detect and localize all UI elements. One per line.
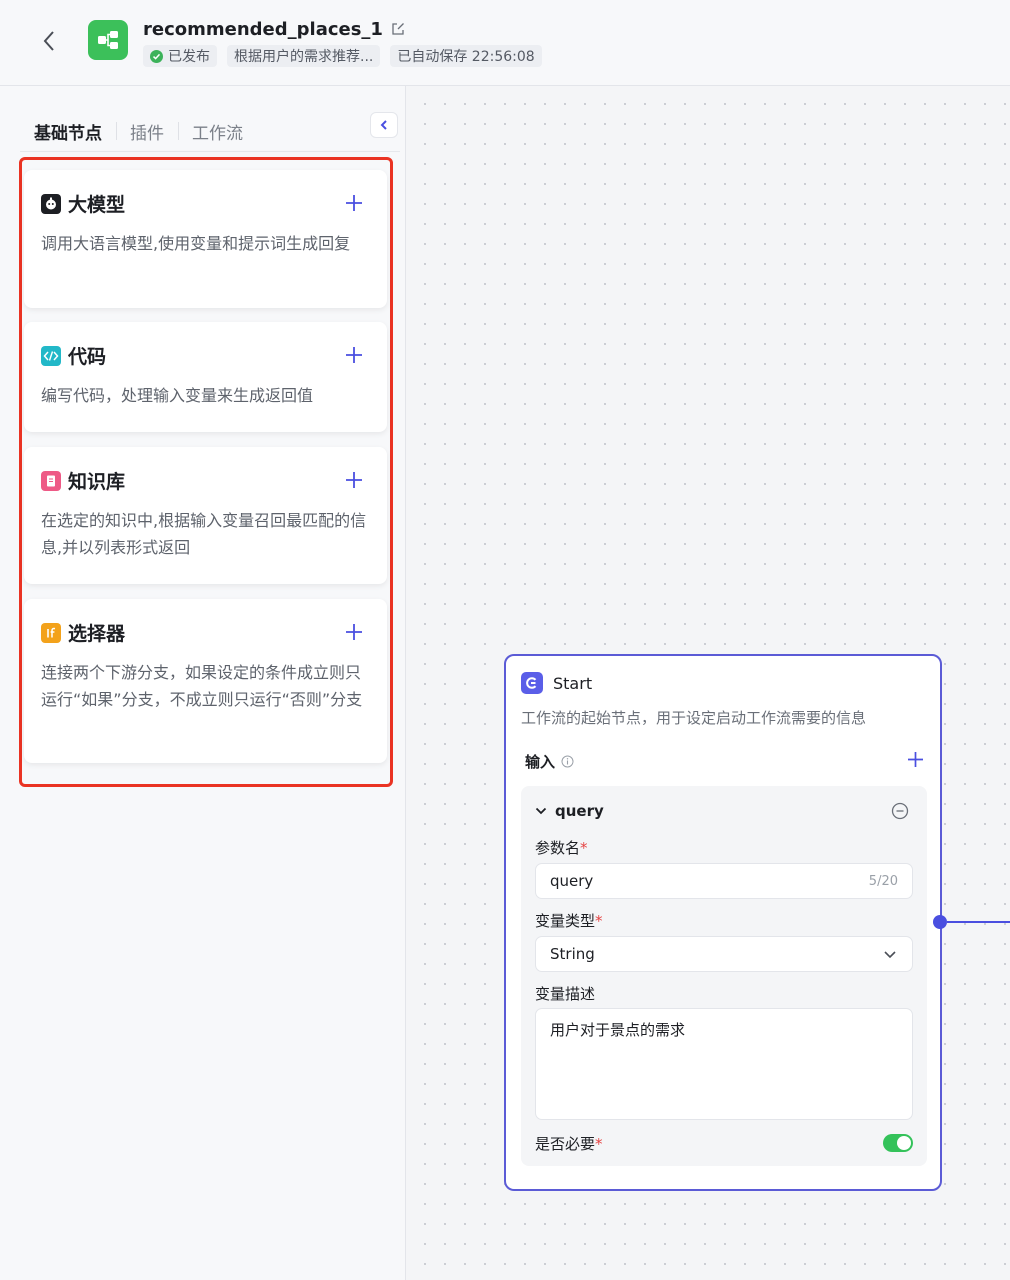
add-node-button[interactable] (343, 469, 365, 491)
workflow-app-icon (88, 20, 128, 60)
variable-description-label: 变量描述 (535, 985, 596, 1003)
app-title-group: recommended_places_1 (143, 19, 407, 40)
plus-icon (346, 624, 362, 640)
app-description: 根据用户的需求推荐... (227, 45, 381, 67)
node-description: 连接两个下游分支，如果设定的条件成立则只运行“如果”分支，不成立则只运行“否则”… (41, 663, 363, 709)
node-title: 知识库 (68, 471, 126, 493)
status-text: 已发布 (168, 49, 210, 65)
chevron-left-icon (380, 120, 387, 130)
edit-icon[interactable] (391, 22, 407, 38)
node-title: 代码 (68, 346, 107, 368)
node-list-highlight: 大模型 调用大语言模型,使用变量和提示词生成回复 代码 编写代码，处理输入变量来… (19, 157, 393, 787)
plus-icon (346, 347, 362, 363)
chevron-left-icon (43, 31, 54, 51)
variable-type-label-text: 变量类型 (535, 912, 596, 930)
required-toggle[interactable] (883, 1134, 913, 1152)
autosave-text: 已自动保存 22:56:08 (397, 49, 535, 65)
add-node-button[interactable] (343, 344, 365, 366)
node-title: 大模型 (68, 194, 126, 216)
tab-workflows[interactable]: 工作流 (178, 119, 257, 144)
node-card-selector[interactable]: 选择器 连接两个下游分支，如果设定的条件成立则只运行“如果”分支，不成立则只运行… (24, 599, 387, 763)
node-description: 编写代码，处理输入变量来生成返回值 (41, 386, 314, 405)
required-mark: * (595, 1135, 603, 1153)
if-icon (41, 622, 61, 643)
output-port[interactable] (933, 915, 947, 929)
node-tabs: 基础节点 插件 工作流 (20, 112, 400, 152)
top-bar: recommended_places_1 已发布 根据用户的需求推荐... 已自… (0, 0, 1010, 86)
start-node-description: 工作流的起始节点，用于设定启动工作流需要的信息 (521, 709, 867, 727)
input-label: 输入 (525, 753, 556, 771)
robot-icon (41, 193, 61, 214)
node-card-llm[interactable]: 大模型 调用大语言模型,使用变量和提示词生成回复 (24, 170, 387, 308)
chevron-down-icon (882, 946, 898, 962)
info-icon[interactable] (561, 755, 574, 768)
output-edge (947, 921, 1010, 923)
variable-type-value: String (550, 945, 595, 963)
required-mark: * (595, 912, 603, 930)
param-collapse-toggle[interactable]: query (535, 802, 604, 820)
variable-type-select[interactable]: String (535, 936, 913, 972)
node-library-panel: 基础节点 插件 工作流 大模型 调用大语言模型,使用变量和提示词生成回复 代码 … (0, 86, 406, 1280)
required-label: 是否必要* (535, 1133, 603, 1154)
node-header: 代码 (41, 342, 106, 369)
app-meta: 已发布 根据用户的需求推荐... 已自动保存 22:56:08 (143, 45, 542, 67)
node-header: 大模型 (41, 190, 125, 217)
app-title: recommended_places_1 (143, 19, 383, 40)
code-icon (41, 345, 61, 366)
start-node-title: Start (553, 673, 593, 693)
variable-description-textarea[interactable]: 用户对于景点的需求 (535, 1008, 913, 1120)
status-badge: 已发布 (143, 45, 217, 67)
char-counter: 5/20 (868, 873, 898, 889)
node-header: 知识库 (41, 467, 125, 494)
input-section-header: 输入 (525, 751, 925, 772)
node-card-knowledge[interactable]: 知识库 在选定的知识中,根据输入变量召回最匹配的信息,并以列表形式返回 (24, 447, 387, 584)
tab-plugins[interactable]: 插件 (116, 119, 178, 144)
param-block-query: query 参数名* query 5/20 变量类型* String 变量描述 … (521, 786, 927, 1166)
plus-icon (346, 195, 362, 211)
start-node-header: Start (521, 672, 592, 694)
plus-icon (907, 751, 923, 767)
autosave-status: 已自动保存 22:56:08 (390, 45, 542, 67)
plus-icon (346, 472, 362, 488)
node-card-code[interactable]: 代码 编写代码，处理输入变量来生成返回值 (24, 322, 387, 432)
node-header: 选择器 (41, 619, 125, 646)
add-input-button[interactable] (905, 749, 925, 769)
node-title: 选择器 (68, 623, 126, 645)
variable-type-label: 变量类型* (535, 910, 603, 931)
back-button[interactable] (36, 26, 62, 56)
param-name-input[interactable]: query 5/20 (535, 863, 913, 899)
workflow-canvas[interactable]: Start 工作流的起始节点，用于设定启动工作流需要的信息 输入 query 参… (407, 86, 1010, 1280)
variable-description-value: 用户对于景点的需求 (550, 1021, 686, 1039)
param-name-label: 参数名* (535, 837, 588, 858)
node-description: 调用大语言模型,使用变量和提示词生成回复 (41, 234, 351, 253)
required-mark: * (580, 839, 588, 857)
add-node-button[interactable] (343, 621, 365, 643)
chevron-down-icon (535, 807, 547, 815)
param-name-value: query (550, 872, 594, 890)
tab-basic-nodes[interactable]: 基础节点 (20, 119, 116, 144)
add-node-button[interactable] (343, 192, 365, 214)
param-name: query (555, 802, 604, 820)
collapse-panel-button[interactable] (370, 112, 398, 138)
start-icon (521, 672, 543, 694)
minus-circle-icon (891, 802, 909, 820)
description-text: 根据用户的需求推荐... (234, 49, 374, 65)
check-circle-icon (150, 49, 163, 63)
knowledge-icon (41, 470, 61, 491)
node-description: 在选定的知识中,根据输入变量召回最匹配的信息,并以列表形式返回 (41, 511, 367, 557)
required-label-text: 是否必要 (535, 1135, 596, 1153)
remove-param-button[interactable] (891, 802, 911, 822)
start-node[interactable]: Start 工作流的起始节点，用于设定启动工作流需要的信息 输入 query 参… (504, 654, 942, 1191)
param-name-label-text: 参数名 (535, 839, 581, 857)
